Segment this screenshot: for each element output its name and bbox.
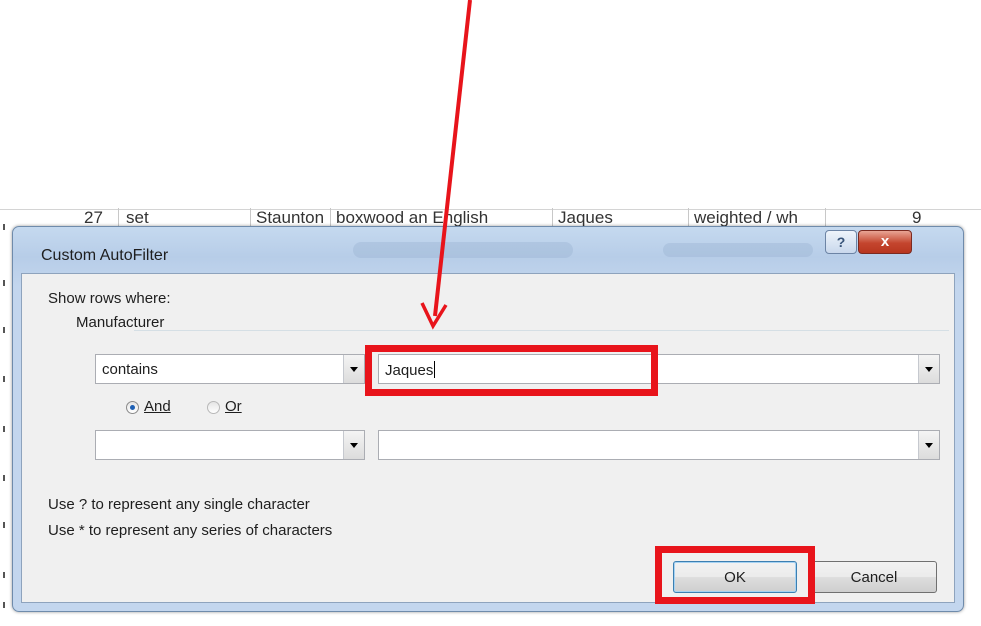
annotation-arrow bbox=[420, 0, 472, 330]
arrow-shaft bbox=[433, 0, 472, 317]
